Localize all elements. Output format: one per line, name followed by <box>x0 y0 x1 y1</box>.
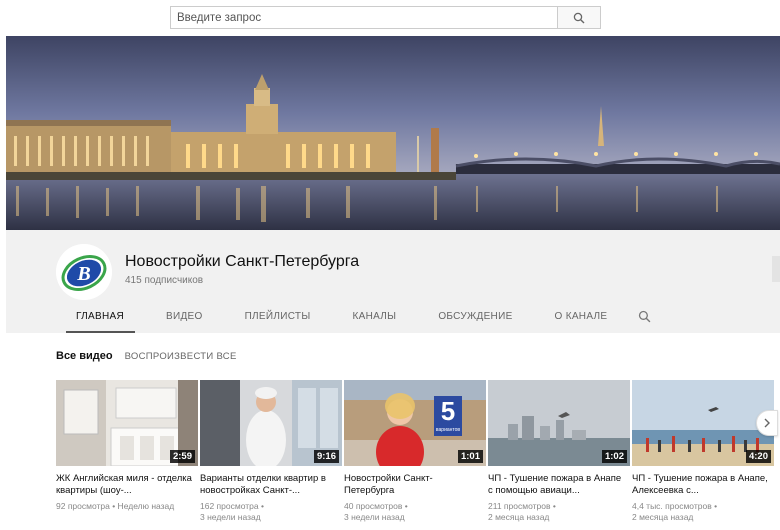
chevron-right-icon <box>764 418 770 428</box>
video-date: 2 месяца назад <box>488 512 550 522</box>
tab-home[interactable]: ГЛАВНАЯ <box>56 300 145 333</box>
video-thumbnail[interactable]: 5 вариантов 1:01 <box>344 380 486 466</box>
video-card[interactable]: 2:59 ЖК Английская миля - отделка кварти… <box>56 380 198 523</box>
video-meta: 4,4 тыс. просмотров • <box>632 501 718 511</box>
video-thumbnail[interactable]: 2:59 <box>56 380 198 466</box>
channel-title: Новостройки Санкт-Петербурга <box>125 253 360 270</box>
tab-discussion[interactable]: ОБСУЖДЕНИЕ <box>417 300 533 333</box>
video-duration: 9:16 <box>313 450 339 463</box>
video-meta: 40 просмотров • <box>344 501 408 511</box>
video-card[interactable]: 9:16 Варианты отделки квартир в новостро… <box>200 380 342 523</box>
video-thumbnail[interactable]: 1:02 <box>488 380 630 466</box>
subscriber-count: 415 подписчиков <box>125 275 204 286</box>
video-duration: 2:59 <box>169 450 195 463</box>
tab-channels[interactable]: КАНАЛЫ <box>331 300 417 333</box>
video-date: 2 месяца назад <box>632 512 694 522</box>
search-button[interactable] <box>557 6 601 29</box>
video-date: 3 недели назад <box>200 512 261 522</box>
video-thumbnail[interactable]: 4:20 <box>632 380 774 466</box>
video-duration: 4:20 <box>745 450 771 463</box>
video-date: 3 недели назад <box>344 512 405 522</box>
tab-about[interactable]: О КАНАЛЕ <box>534 300 629 333</box>
video-card[interactable]: 4:20 ЧП - Тушение пожара в Анапе, Алексе… <box>632 380 774 523</box>
search-icon <box>573 12 585 23</box>
channel-search-button[interactable] <box>628 300 661 333</box>
video-meta: 92 просмотра • Неделю назад <box>56 501 175 511</box>
avatar-letter: B <box>76 263 90 285</box>
promo-badge-number: 5 <box>440 396 456 426</box>
video-card[interactable]: 5 вариантов 1:01 Новостройки Санкт-Петер… <box>344 380 486 523</box>
video-duration: 1:02 <box>601 450 627 463</box>
promo-badge: 5 вариантов <box>434 396 462 434</box>
tab-videos[interactable]: ВИДЕО <box>145 300 224 333</box>
channel-banner <box>6 36 780 230</box>
video-meta: 211 просмотров • <box>488 501 556 511</box>
video-title[interactable]: ЖК Английская миля - отделка квартиры (ш… <box>56 473 198 497</box>
search-bar <box>170 6 601 29</box>
video-thumbnail[interactable]: 9:16 <box>200 380 342 466</box>
shelf-next-button[interactable] <box>756 410 778 436</box>
section-header: Все видео ВОСПРОИЗВЕСТИ ВСЕ <box>56 350 237 362</box>
video-title[interactable]: Варианты отделки квартир в новостройках … <box>200 473 342 497</box>
channel-header: B Новостройки Санкт-Петербурга 415 подпи… <box>6 230 780 333</box>
search-input[interactable] <box>170 6 557 29</box>
video-title[interactable]: ЧП - Тушение пожара в Анапе, Алексеевка … <box>632 473 774 497</box>
video-title[interactable]: ЧП - Тушение пожара в Анапе с помощью ав… <box>488 473 630 497</box>
search-icon <box>639 310 651 323</box>
tab-playlists[interactable]: ПЛЕЙЛИСТЫ <box>224 300 332 333</box>
channel-tabs: ГЛАВНАЯ ВИДЕО ПЛЕЙЛИСТЫ КАНАЛЫ ОБСУЖДЕНИ… <box>56 300 661 333</box>
section-title[interactable]: Все видео <box>56 350 113 362</box>
promo-badge-text: вариантов <box>435 427 461 433</box>
channel-logo: B <box>56 244 112 300</box>
avatar[interactable]: B <box>56 244 112 300</box>
subscribe-button-edge[interactable] <box>772 256 780 282</box>
video-meta: 162 просмотра • <box>200 501 264 511</box>
video-shelf: 2:59 ЖК Английская миля - отделка кварти… <box>56 380 774 523</box>
play-all-button[interactable]: ВОСПРОИЗВЕСТИ ВСЕ <box>125 351 237 362</box>
video-title[interactable]: Новостройки Санкт-Петербурга <box>344 473 486 497</box>
video-card[interactable]: 1:02 ЧП - Тушение пожара в Анапе с помощ… <box>488 380 630 523</box>
video-duration: 1:01 <box>457 450 483 463</box>
